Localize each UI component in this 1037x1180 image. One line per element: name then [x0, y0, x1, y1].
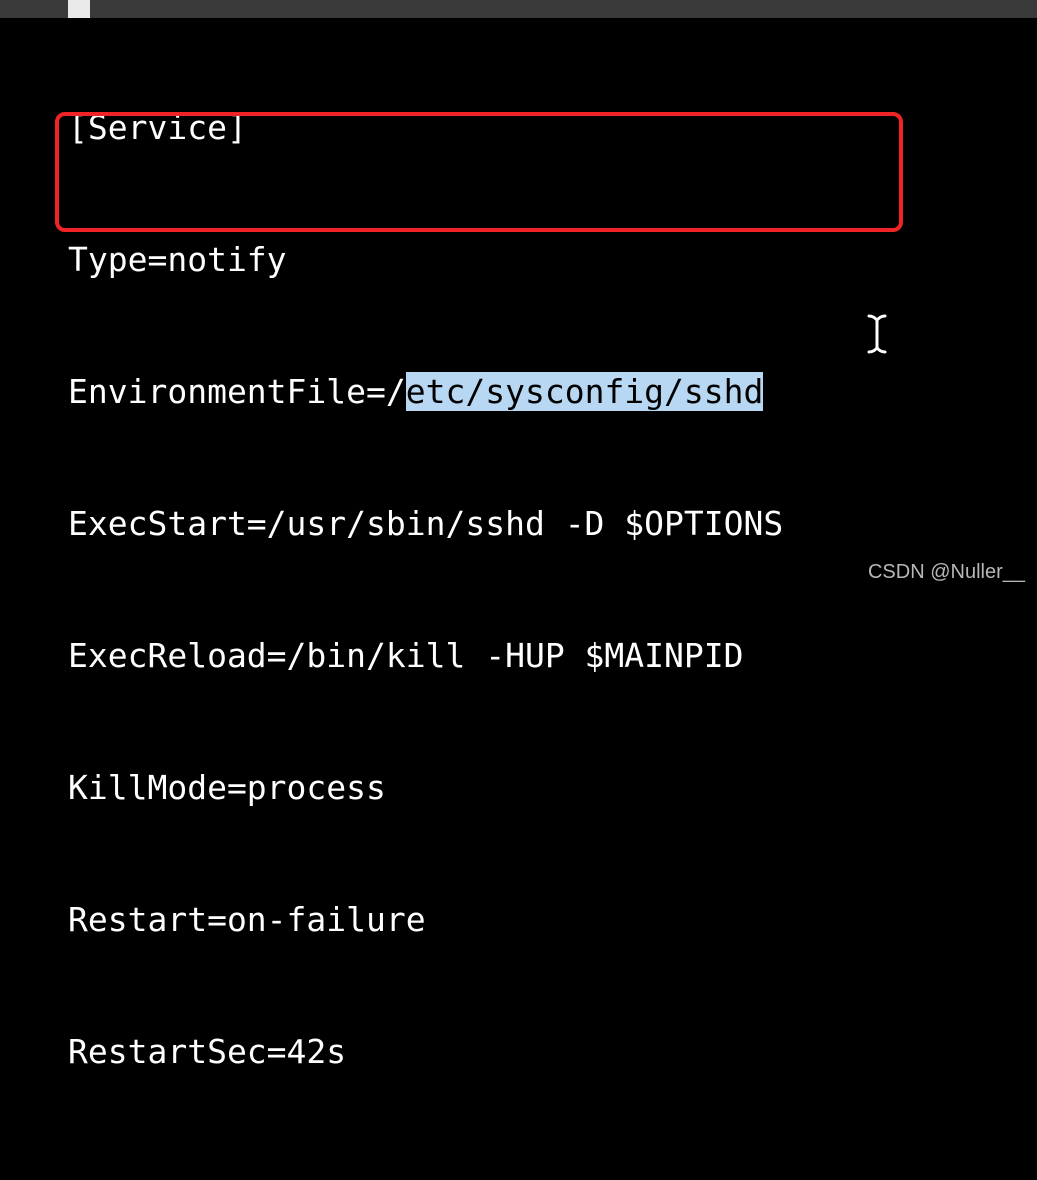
- env-highlighted-path[interactable]: etc/sysconfig/sshd: [406, 372, 764, 411]
- terminal-content[interactable]: [Service] Type=notify EnvironmentFile=/e…: [68, 18, 783, 1180]
- line-exec-reload: ExecReload=/bin/kill -HUP $MAINPID: [68, 634, 783, 678]
- env-prefix: EnvironmentFile=/: [68, 372, 406, 411]
- text-cursor-icon: [866, 314, 888, 354]
- line-type: Type=notify: [68, 238, 783, 282]
- cursor-block-top: [68, 0, 90, 18]
- line-service-header: [Service]: [68, 106, 783, 150]
- line-restart-sec: RestartSec=42s: [68, 1030, 783, 1074]
- line-exec-start: ExecStart=/usr/sbin/sshd -D $OPTIONS: [68, 502, 783, 546]
- editor-title-bar: [0, 0, 1037, 18]
- line-restart: Restart=on-failure: [68, 898, 783, 942]
- line-kill-mode: KillMode=process: [68, 766, 783, 810]
- line-environment-file: EnvironmentFile=/etc/sysconfig/sshd: [68, 370, 783, 414]
- watermark-text: CSDN @Nuller__: [868, 561, 1025, 584]
